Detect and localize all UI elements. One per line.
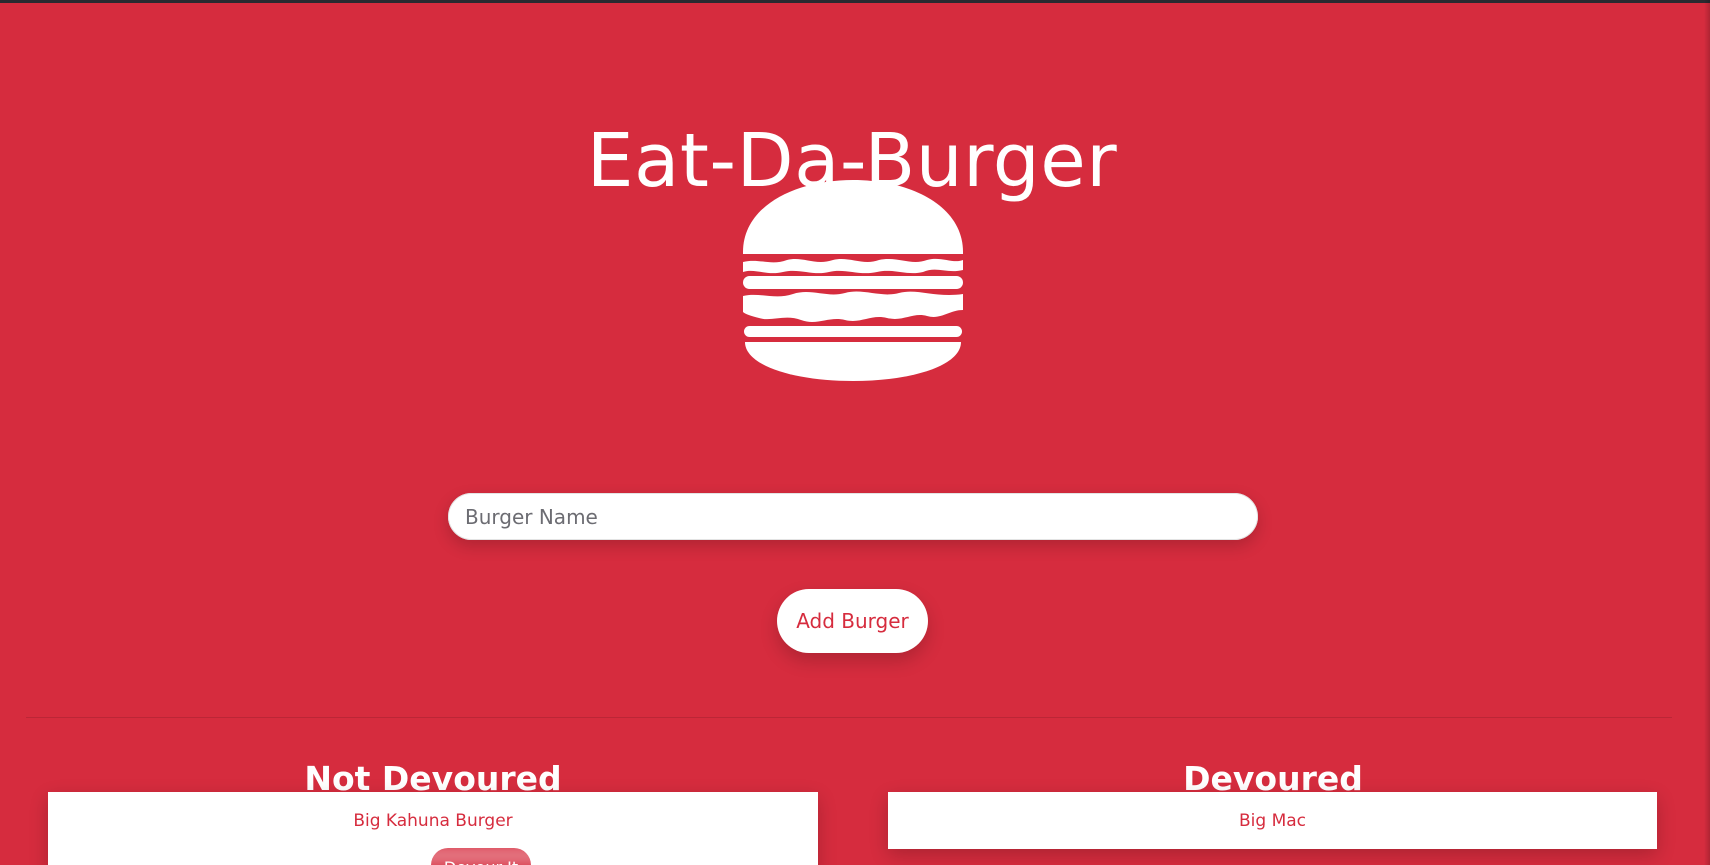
burger-name-field-wrapper [448,493,1258,540]
burger-name-label: Big Kahuna Burger [353,811,513,831]
add-burger-button[interactable]: Add Burger [777,589,928,653]
bottom-overlay-shadow [230,846,790,865]
window-top-bar [0,0,1710,3]
devoured-list-item: Big Mac [888,792,1657,849]
burger-icon [741,180,965,382]
burger-name-input[interactable] [448,493,1258,540]
scrollbar-track[interactable] [1704,0,1710,865]
section-divider [26,717,1672,718]
burger-name-label: Big Mac [1238,811,1306,831]
page: Eat-Da-Burger Add Burger Not Devoured De… [0,0,1710,865]
